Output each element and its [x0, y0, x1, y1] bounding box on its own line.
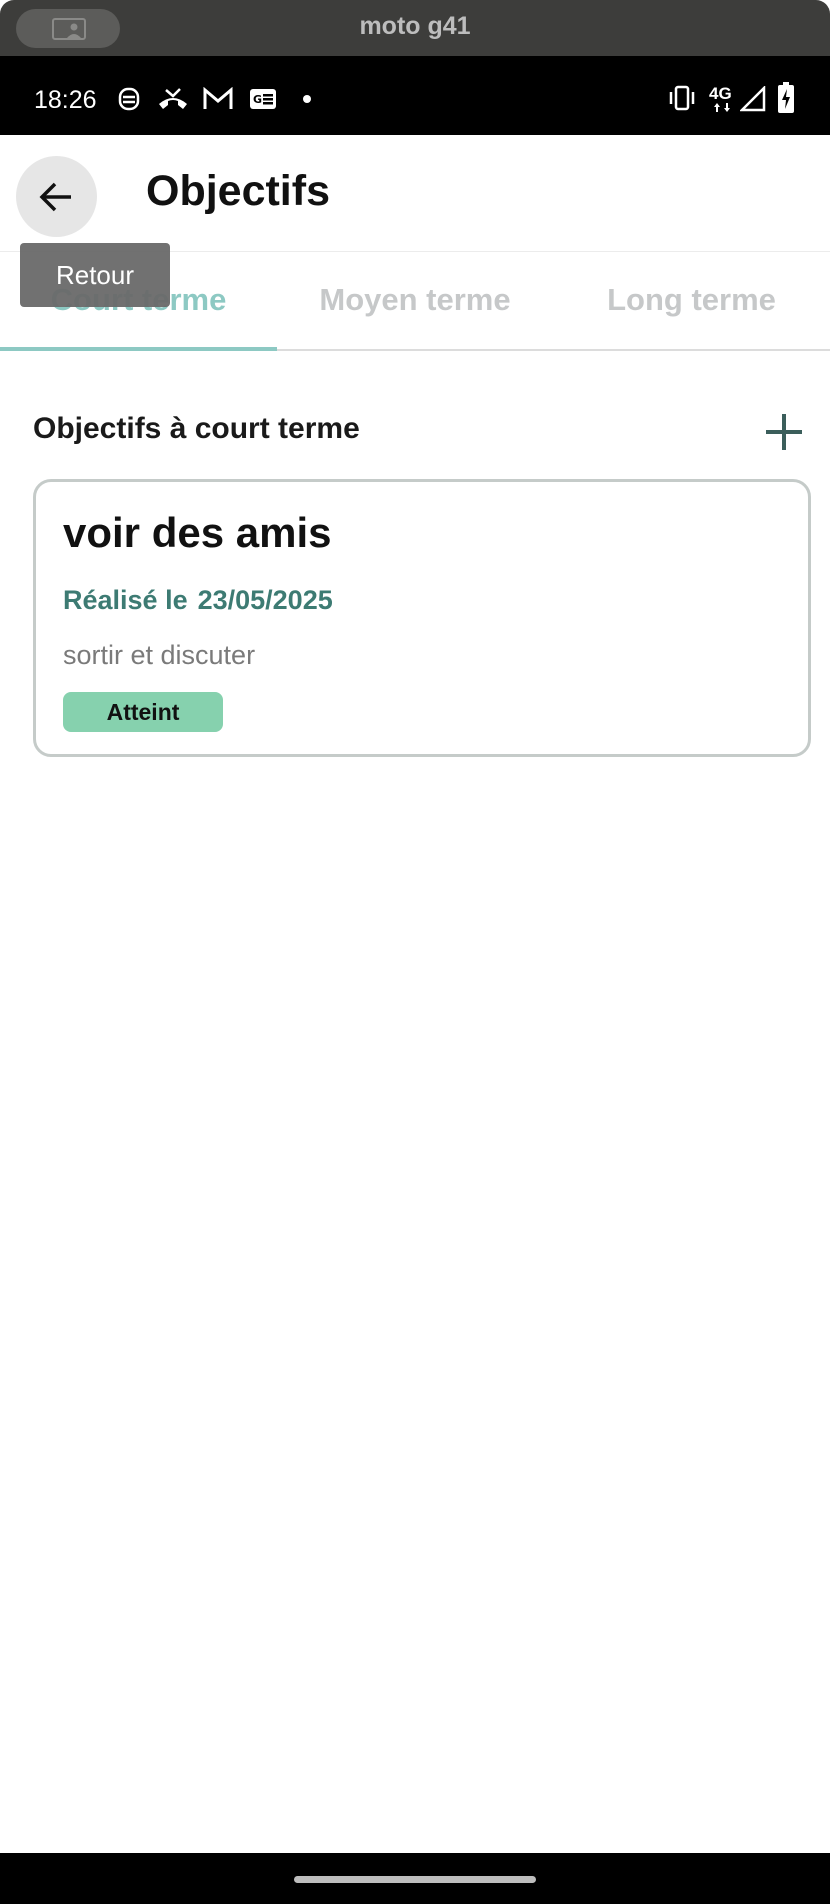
page-title: Objectifs — [146, 167, 330, 215]
tab-moyen-terme[interactable]: Moyen terme — [277, 282, 553, 318]
svg-text:G: G — [253, 93, 262, 106]
arrow-back-icon — [39, 182, 71, 212]
more-dot-icon — [303, 95, 311, 103]
emulator-window-bar: moto g41 — [0, 0, 830, 56]
tab-active-indicator — [0, 347, 277, 351]
goal-date: 23/05/2025 — [197, 585, 333, 615]
goal-date-label: Réalisé le — [63, 585, 188, 615]
goal-date-row: Réalisé le 23/05/2025 — [63, 585, 333, 616]
status-bar: 18:26 G 4G — [0, 56, 830, 135]
back-button[interactable] — [16, 156, 97, 237]
missed-call-icon — [159, 88, 187, 109]
back-tooltip: Retour — [20, 243, 170, 307]
news-icon: G — [250, 89, 276, 109]
window-title: moto g41 — [359, 12, 471, 40]
section-title: Objectifs à court terme — [33, 412, 360, 445]
goal-card[interactable]: voir des amis Réalisé le 23/05/2025 sorti… — [33, 479, 811, 757]
network-label: 4G — [709, 84, 732, 103]
battery-charging-icon — [778, 82, 794, 113]
status-time: 18:26 — [34, 86, 97, 114]
status-badge: Atteint — [63, 692, 223, 732]
app-bar — [0, 135, 830, 251]
vibrate-icon — [669, 85, 695, 111]
add-icon[interactable] — [762, 410, 806, 454]
home-indicator[interactable] — [294, 1876, 536, 1883]
goal-title: voir des amis — [63, 509, 332, 556]
gmail-icon — [203, 87, 233, 109]
network-4g-icon: 4G — [709, 84, 737, 114]
navigation-bar — [0, 1853, 830, 1904]
signal-icon — [740, 86, 766, 112]
goal-description: sortir et discuter — [63, 640, 256, 670]
tab-long-terme[interactable]: Long terme — [553, 282, 830, 318]
notification-app-icon — [118, 87, 140, 111]
